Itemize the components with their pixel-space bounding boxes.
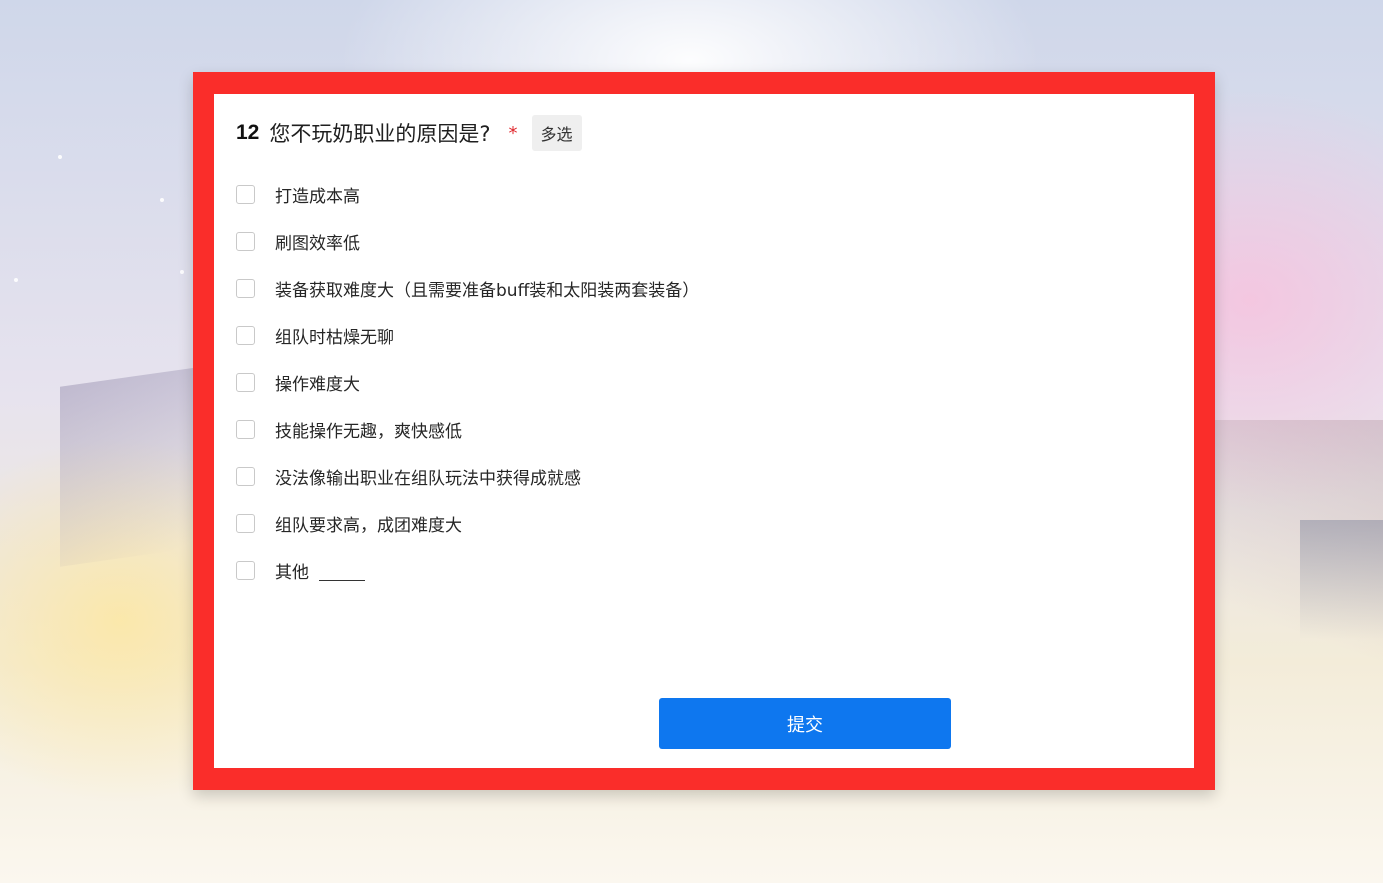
options-list: 打造成本高 刷图效率低 装备获取难度大（且需要准备buff装和太阳装两套装备） … <box>236 178 699 601</box>
question-title: 您不玩奶职业的原因是? <box>269 122 491 146</box>
multiple-choice-tag: 多选 <box>531 115 582 151</box>
option-3[interactable]: 组队时枯燥无聊 <box>236 319 699 352</box>
option-label: 打造成本高 <box>275 187 360 207</box>
option-1[interactable]: 刷图效率低 <box>236 225 699 258</box>
checkbox[interactable] <box>236 185 255 204</box>
option-7[interactable]: 组队要求高，成团难度大 <box>236 507 699 540</box>
question-header: 12 您不玩奶职业的原因是? * 多选 <box>236 115 582 151</box>
background-sparkle <box>14 278 18 282</box>
required-marker: * <box>508 122 518 144</box>
option-5[interactable]: 技能操作无趣，爽快感低 <box>236 413 699 446</box>
option-label: 技能操作无趣，爽快感低 <box>275 422 462 442</box>
checkbox[interactable] <box>236 467 255 486</box>
option-label: 组队时枯燥无聊 <box>275 328 394 348</box>
option-label: 装备获取难度大（且需要准备buff装和太阳装两套装备） <box>275 281 700 301</box>
survey-question-card: 12 您不玩奶职业的原因是? * 多选 打造成本高 刷图效率低 装备获取难度大（… <box>214 94 1194 768</box>
option-2[interactable]: 装备获取难度大（且需要准备buff装和太阳装两套装备） <box>236 272 699 305</box>
option-4[interactable]: 操作难度大 <box>236 366 699 399</box>
background-sparkle <box>58 155 62 159</box>
option-label: 组队要求高，成团难度大 <box>275 516 462 536</box>
other-text-input[interactable] <box>319 560 365 581</box>
option-label: 没法像输出职业在组队玩法中获得成就感 <box>275 469 581 489</box>
option-label: 操作难度大 <box>275 375 360 395</box>
background-sparkle <box>180 270 184 274</box>
checkbox[interactable] <box>236 279 255 298</box>
checkbox[interactable] <box>236 373 255 392</box>
question-number: 12 <box>236 121 260 144</box>
option-other[interactable]: 其他 <box>236 554 699 587</box>
option-label: 刷图效率低 <box>275 234 360 254</box>
checkbox[interactable] <box>236 232 255 251</box>
option-0[interactable]: 打造成本高 <box>236 178 699 211</box>
checkbox[interactable] <box>236 420 255 439</box>
background-sparkle <box>160 198 164 202</box>
checkbox[interactable] <box>236 561 255 580</box>
submit-button[interactable]: 提交 <box>659 698 951 749</box>
checkbox[interactable] <box>236 326 255 345</box>
option-6[interactable]: 没法像输出职业在组队玩法中获得成就感 <box>236 460 699 493</box>
checkbox[interactable] <box>236 514 255 533</box>
option-label: 其他 <box>275 563 309 583</box>
